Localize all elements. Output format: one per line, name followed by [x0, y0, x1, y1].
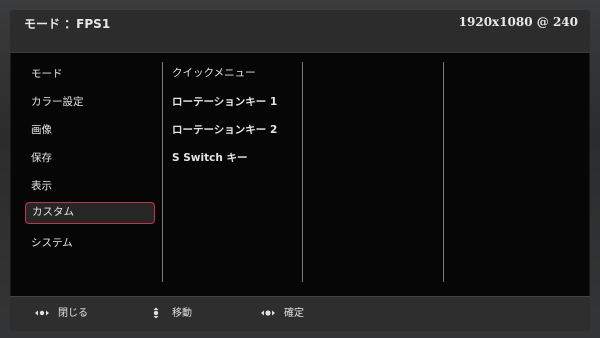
footer-confirm[interactable]: 確定 [260, 307, 304, 321]
menu-item-mode[interactable]: モード [25, 63, 155, 85]
footer-move[interactable]: 移動 [148, 307, 192, 321]
menu-item-display[interactable]: 表示 [25, 175, 155, 197]
submenu-item-rotation-key-1[interactable]: ローテーションキー 1 [172, 95, 277, 109]
dpad-press-icon [260, 307, 276, 319]
submenu-item-s-switch-key[interactable]: S Switch キー [172, 151, 247, 165]
column-divider-3 [443, 62, 444, 282]
footer-close-label: 閉じる [58, 308, 88, 319]
menu-item-system[interactable]: システム [25, 232, 155, 254]
menu-item-custom[interactable]: カスタム [25, 202, 155, 224]
menu-item-color-settings[interactable]: カラー設定 [25, 91, 155, 113]
current-mode-label: モード ：FPS1 [24, 17, 111, 31]
footer-confirm-label: 確定 [284, 308, 304, 319]
footer-close[interactable]: 閉じる [34, 307, 88, 321]
dpad-left-right-icon [34, 307, 50, 319]
column-divider-1 [162, 62, 163, 282]
column-divider-2 [302, 62, 303, 282]
osd-screen [10, 12, 590, 330]
submenu-item-quick-menu[interactable]: クイックメニュー [172, 66, 256, 80]
menu-item-picture[interactable]: 画像 [25, 119, 155, 141]
dpad-up-down-icon [148, 307, 164, 319]
menu-item-save[interactable]: 保存 [25, 147, 155, 169]
resolution-readout: 1920x1080 @ 240 [458, 15, 578, 29]
submenu-item-rotation-key-2[interactable]: ローテーションキー 2 [172, 123, 277, 137]
footer-move-label: 移動 [172, 308, 192, 319]
